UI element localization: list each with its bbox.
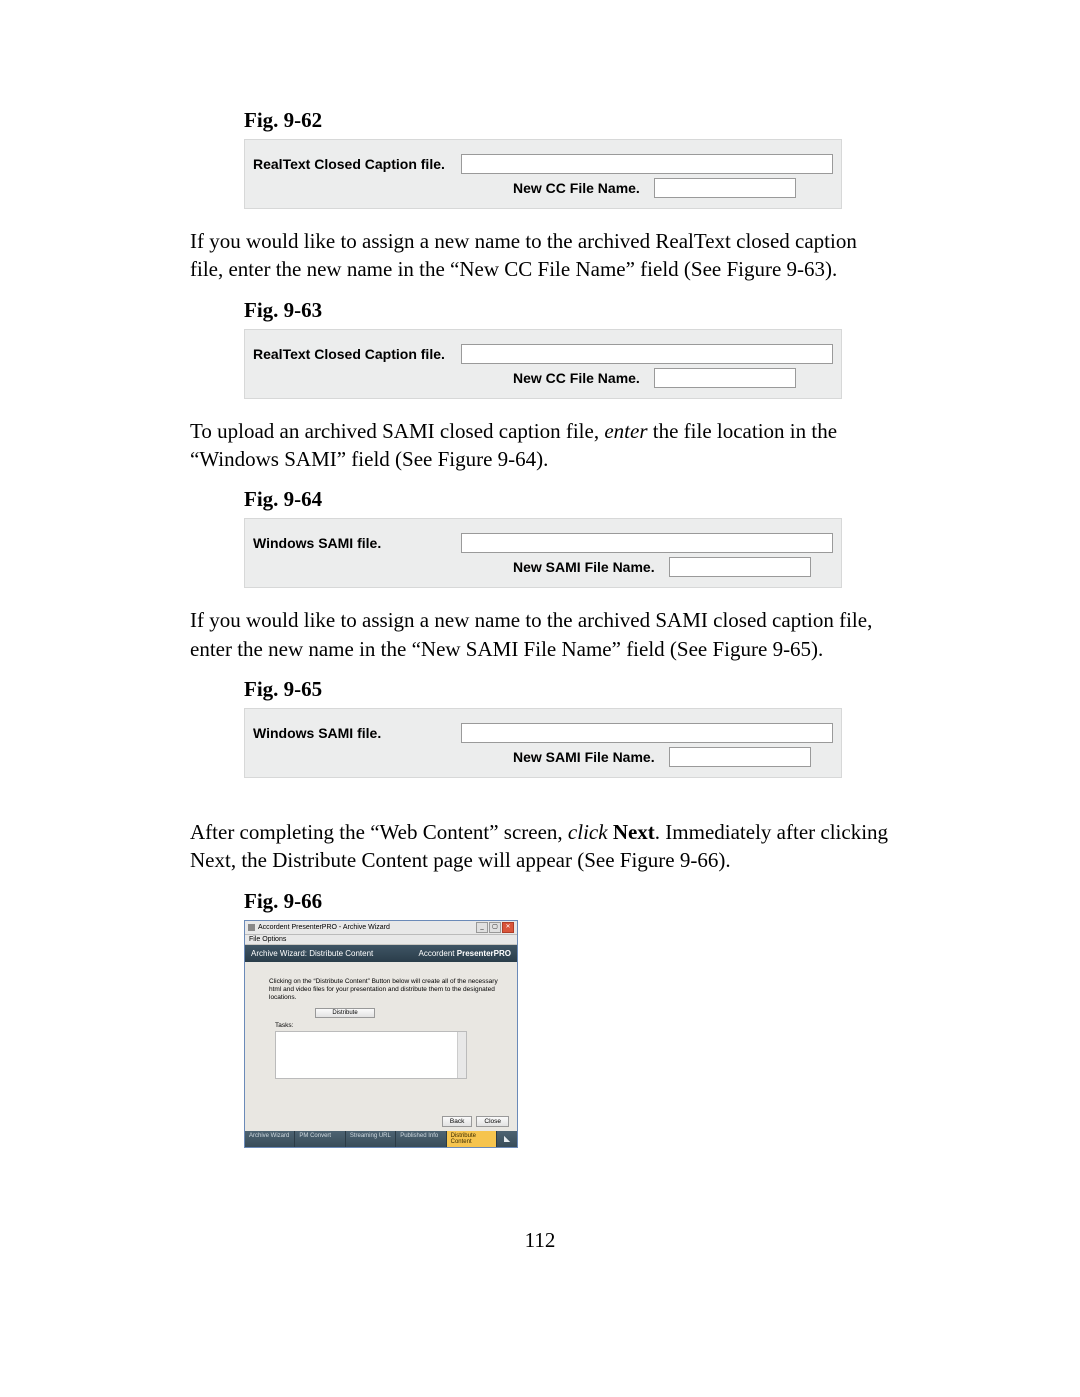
- fig64-input2[interactable]: [669, 557, 811, 577]
- wizard-brand: Accordent PresenterPRO: [419, 949, 512, 958]
- fig64-panel: Windows SAMI file. New SAMI File Name.: [244, 518, 842, 588]
- paragraph-2: To upload an archived SAMI closed captio…: [190, 417, 890, 474]
- figure-label-63: Fig. 9-63: [244, 298, 890, 323]
- tasks-listbox[interactable]: [275, 1031, 467, 1079]
- fig63-input2[interactable]: [654, 368, 796, 388]
- wizard-menu[interactable]: File Options: [245, 935, 517, 945]
- scrollbar[interactable]: [457, 1032, 466, 1078]
- figure-label-62: Fig. 9-62: [244, 108, 890, 133]
- fig63-panel: RealText Closed Caption file. New CC Fil…: [244, 329, 842, 399]
- status-cell-active[interactable]: Distribute Content: [447, 1131, 497, 1147]
- status-cell[interactable]: Archive Wizard: [245, 1131, 295, 1147]
- fig64-label2: New SAMI File Name.: [513, 559, 655, 575]
- fig65-panel: Windows SAMI file. New SAMI File Name.: [244, 708, 842, 778]
- fig65-label2: New SAMI File Name.: [513, 749, 655, 765]
- fig65-input1[interactable]: [461, 723, 833, 743]
- status-cell[interactable]: Published Info: [396, 1131, 446, 1147]
- fig62-label2: New CC File Name.: [513, 180, 640, 196]
- maximize-button[interactable]: ▢: [489, 922, 501, 933]
- close-wizard-button[interactable]: Close: [476, 1116, 509, 1127]
- page-number: 112: [190, 1228, 890, 1253]
- fig62-label1: RealText Closed Caption file.: [253, 156, 453, 172]
- fig64-label1: Windows SAMI file.: [253, 535, 453, 551]
- back-button[interactable]: Back: [442, 1116, 472, 1127]
- wizard-step-title: Archive Wizard: Distribute Content: [251, 949, 373, 958]
- fig63-label1: RealText Closed Caption file.: [253, 346, 453, 362]
- fig63-input1[interactable]: [461, 344, 833, 364]
- fig62-input1[interactable]: [461, 154, 833, 174]
- tasks-label: Tasks:: [275, 1022, 507, 1029]
- wizard-header-band: Archive Wizard: Distribute Content Accor…: [245, 945, 517, 962]
- status-cell[interactable]: Streaming URL: [346, 1131, 396, 1147]
- figure-label-66: Fig. 9-66: [244, 889, 890, 914]
- fig64-input1[interactable]: [461, 533, 833, 553]
- fig65-label1: Windows SAMI file.: [253, 725, 453, 741]
- distribute-button[interactable]: Distribute: [315, 1008, 375, 1018]
- figure-label-64: Fig. 9-64: [244, 487, 890, 512]
- wizard-window: Accordent PresenterPRO - Archive Wizard …: [244, 920, 518, 1148]
- fig65-input2[interactable]: [669, 747, 811, 767]
- fig63-label2: New CC File Name.: [513, 370, 640, 386]
- wizard-title: Accordent PresenterPRO - Archive Wizard: [258, 924, 390, 931]
- wizard-status-bar: Archive Wizard PM Convert Streaming URL …: [245, 1131, 517, 1147]
- paragraph-3: If you would like to assign a new name t…: [190, 606, 890, 663]
- status-cell[interactable]: PM Convert: [295, 1131, 345, 1147]
- paragraph-4: After completing the “Web Content” scree…: [190, 818, 890, 875]
- accordent-logo-icon: ◣: [497, 1131, 517, 1147]
- wizard-description: Clicking on the “Distribute Content” But…: [269, 978, 501, 1002]
- figure-label-65: Fig. 9-65: [244, 677, 890, 702]
- app-icon: [248, 924, 255, 931]
- paragraph-1: If you would like to assign a new name t…: [190, 227, 890, 284]
- fig62-input2[interactable]: [654, 178, 796, 198]
- fig62-panel: RealText Closed Caption file. New CC Fil…: [244, 139, 842, 209]
- close-button[interactable]: ✕: [502, 922, 514, 933]
- wizard-titlebar[interactable]: Accordent PresenterPRO - Archive Wizard …: [245, 921, 517, 935]
- minimize-button[interactable]: _: [476, 922, 488, 933]
